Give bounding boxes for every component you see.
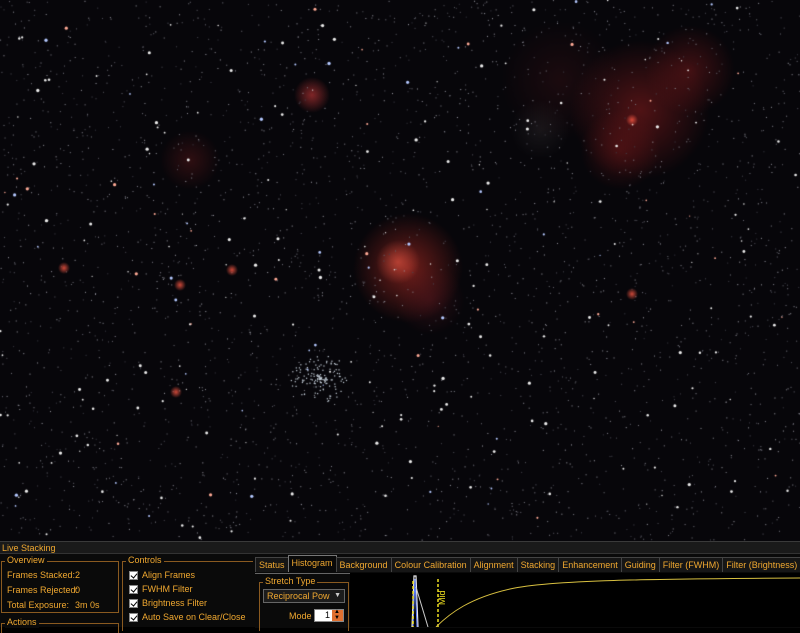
tab-background[interactable]: Background: [335, 557, 392, 572]
tab-bar: Status Histogram Background Colour Calib…: [255, 555, 800, 573]
frames-stacked-row: Frames Stacked: 2: [7, 570, 80, 581]
overview-label: Overview: [5, 555, 47, 566]
auto-save-label: Auto Save on Clear/Close: [142, 612, 246, 622]
checkbox-checked-icon[interactable]: [129, 571, 138, 581]
actions-group: Actions: [1, 617, 119, 633]
tab-filter-fwhm[interactable]: Filter (FWHM): [658, 557, 724, 572]
auto-save-checkbox[interactable]: Auto Save on Clear/Close: [129, 612, 246, 623]
actions-label: Actions: [5, 617, 39, 628]
controls-group: Controls Align Frames FWHM Filter Bright…: [122, 555, 253, 631]
stepper-arrows-icon[interactable]: ▲ ▼: [332, 609, 343, 621]
frames-stacked-label: Frames Stacked:: [7, 570, 76, 580]
mode-label: Mode: [289, 611, 312, 621]
tab-enhancement[interactable]: Enhancement: [558, 557, 622, 572]
mode-stepper[interactable]: 1 ▲ ▼: [314, 609, 344, 622]
controls-label: Controls: [126, 555, 164, 566]
overview-group: Overview Frames Stacked: 2 Frames Reject…: [1, 555, 119, 613]
checkbox-checked-icon[interactable]: [129, 585, 138, 595]
frames-stacked-value: 2: [75, 570, 81, 580]
brightness-filter-checkbox[interactable]: Brightness Filter: [129, 598, 207, 609]
fwhm-filter-label: FWHM Filter: [142, 584, 193, 594]
histogram-plot[interactable]: Mid: [350, 573, 800, 627]
tab-filter-brightness[interactable]: Filter (Brightness): [722, 557, 800, 572]
total-exposure-row: Total Exposure: 3m 0s: [7, 600, 100, 611]
tab-status[interactable]: Status: [255, 557, 289, 572]
mode-value: 1: [324, 610, 330, 620]
tab-colour-calibration[interactable]: Colour Calibration: [390, 557, 471, 572]
panel-title: Live Stacking: [0, 541, 800, 554]
chevron-down-icon: ▼: [334, 592, 341, 599]
frames-rejected-row: Frames Rejected: 0: [7, 585, 81, 596]
tab-alignment[interactable]: Alignment: [469, 557, 518, 572]
stretch-type-select[interactable]: Reciprocal Pow ▼: [263, 589, 345, 603]
frames-rejected-label: Frames Rejected:: [7, 585, 79, 595]
align-frames-label: Align Frames: [142, 570, 196, 580]
stacked-image-view[interactable]: [0, 0, 800, 541]
tab-histogram[interactable]: Histogram: [287, 555, 337, 572]
checkbox-checked-icon[interactable]: [129, 599, 138, 609]
live-stacking-panel: Live Stacking Overview Frames Stacked: 2…: [0, 541, 800, 633]
tab-stacking[interactable]: Stacking: [516, 557, 560, 572]
stretch-type-label: Stretch Type: [263, 576, 318, 587]
stretch-type-value: Reciprocal Pow: [267, 591, 330, 601]
fwhm-filter-checkbox[interactable]: FWHM Filter: [129, 584, 193, 595]
brightness-filter-label: Brightness Filter: [142, 598, 208, 608]
tab-guiding[interactable]: Guiding: [620, 557, 660, 572]
frames-rejected-value: 0: [75, 585, 81, 595]
total-exposure-value: 3m 0s: [75, 600, 100, 610]
align-frames-checkbox[interactable]: Align Frames: [129, 570, 195, 581]
total-exposure-label: Total Exposure:: [7, 600, 70, 610]
midpoint-marker-label: Mid: [437, 590, 447, 605]
checkbox-checked-icon[interactable]: [129, 613, 138, 623]
